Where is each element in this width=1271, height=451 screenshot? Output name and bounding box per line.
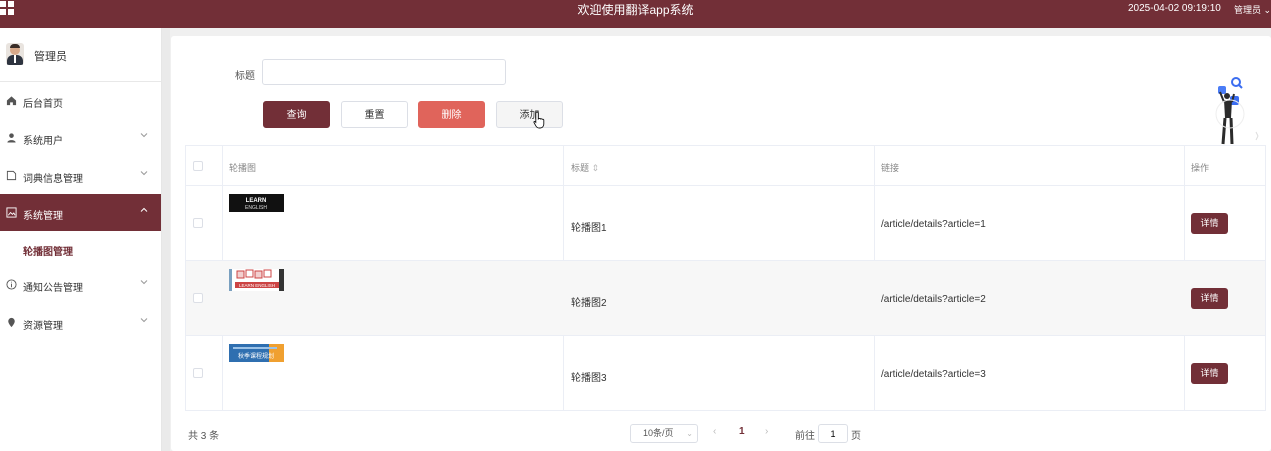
svg-text:LEARN: LEARN bbox=[246, 198, 267, 204]
chevron-down-icon bbox=[140, 171, 148, 176]
reset-button[interactable]: 重置 bbox=[341, 101, 408, 128]
carousel-thumbnail: LEARN ENGLISH bbox=[229, 269, 284, 291]
svg-text:秋季课程规划: 秋季课程规划 bbox=[238, 352, 274, 360]
search-label: 标题 bbox=[235, 71, 255, 82]
goto-label: 前往 bbox=[795, 431, 815, 442]
column-header-action: 操作 bbox=[1191, 163, 1210, 173]
row-checkbox[interactable] bbox=[193, 218, 203, 228]
avatar bbox=[6, 43, 24, 65]
detail-button[interactable]: 详情 bbox=[1191, 363, 1228, 384]
column-header-link: 链接 bbox=[881, 163, 900, 173]
sidebar-item-label: 通知公告管理 bbox=[23, 283, 83, 294]
user-icon bbox=[7, 133, 16, 143]
row-link: /article/details?article=3 bbox=[881, 369, 986, 380]
datetime: 2025-04-02 09:19:10 bbox=[1128, 3, 1221, 14]
column-header-image: 轮播图 bbox=[229, 163, 257, 173]
add-button[interactable]: 添加 bbox=[496, 101, 563, 128]
select-all-checkbox[interactable] bbox=[193, 161, 203, 171]
page-suffix: 页 bbox=[851, 431, 861, 442]
title-search-input[interactable] bbox=[262, 59, 506, 85]
sidebar-item-notices[interactable]: 通知公告管理 bbox=[0, 266, 161, 303]
sidebar-item-label: 系统管理 bbox=[23, 211, 63, 222]
column-header-title-label[interactable]: 标题 bbox=[571, 163, 589, 173]
profile-name: 管理员 bbox=[34, 51, 67, 63]
sidebar-item-system-management[interactable]: 系统管理 bbox=[0, 194, 161, 231]
top-header: 欢迎使用翻译app系统 2025-04-02 09:19:10 管理员 ⌄ bbox=[0, 0, 1271, 28]
document-icon bbox=[6, 170, 17, 181]
chevron-down-icon[interactable]: ⌄ bbox=[1261, 5, 1271, 15]
svg-text:ENGLISH: ENGLISH bbox=[245, 205, 267, 211]
sidebar-subitem-carousel[interactable]: 轮播图管理 bbox=[0, 231, 161, 265]
sort-icon[interactable]: ⇕ bbox=[592, 163, 600, 173]
table-row: LEARN ENGLISH 轮播图2 /article/details?arti… bbox=[186, 261, 1265, 336]
sidebar-item-label: 词典信息管理 bbox=[23, 174, 83, 185]
app-title: 欢迎使用翻译app系统 bbox=[577, 3, 694, 17]
profile: 管理员 bbox=[0, 28, 161, 82]
goto-page-input[interactable] bbox=[818, 424, 848, 443]
location-icon bbox=[8, 317, 15, 328]
prev-page-button[interactable]: ‹ bbox=[713, 426, 716, 437]
picture-icon bbox=[6, 207, 17, 218]
row-title: 轮播图2 bbox=[571, 298, 607, 309]
page-number-current[interactable]: 1 bbox=[739, 426, 745, 437]
table-row: LEARN ENGLISH 轮播图1 /article/details?artic… bbox=[186, 186, 1265, 261]
row-title: 轮播图1 bbox=[571, 223, 607, 234]
total-count: 共 3 条 bbox=[188, 431, 220, 442]
row-checkbox[interactable] bbox=[193, 368, 203, 378]
sidebar: 管理员 后台首页 系统用户 词典信息管理 系统管理 轮播图管理 通知公告管理 资… bbox=[0, 28, 162, 451]
sidebar-item-label: 资源管理 bbox=[23, 321, 63, 332]
next-page-button[interactable]: › bbox=[765, 426, 768, 437]
table-header: 轮播图 标题 ⇕ 链接 操作 bbox=[186, 146, 1265, 186]
delete-button[interactable]: 删除 bbox=[418, 101, 485, 128]
chevron-down-icon[interactable]: ⌄ bbox=[686, 425, 693, 442]
sidebar-scrollbar[interactable] bbox=[162, 28, 170, 451]
row-link: /article/details?article=1 bbox=[881, 219, 986, 230]
chevron-down-icon bbox=[140, 318, 148, 323]
user-menu-label[interactable]: 管理员 bbox=[1234, 5, 1261, 15]
info-icon bbox=[6, 279, 17, 290]
chevron-up-icon bbox=[140, 207, 148, 212]
sidebar-item-resources[interactable]: 资源管理 bbox=[0, 304, 161, 341]
hand-cursor-icon bbox=[533, 111, 545, 129]
carousel-thumbnail: LEARN ENGLISH bbox=[229, 194, 284, 212]
carousel-thumbnail: 秋季课程规划 bbox=[229, 344, 284, 362]
chevron-down-icon bbox=[140, 133, 148, 138]
detail-button[interactable]: 详情 bbox=[1191, 213, 1228, 234]
page-size-select[interactable]: 10条/页 ⌄ bbox=[630, 424, 698, 443]
sidebar-item-home[interactable]: 后台首页 bbox=[0, 82, 161, 119]
column-header-title[interactable]: 标题 ⇕ bbox=[571, 161, 599, 174]
svg-text:LEARN ENGLISH: LEARN ENGLISH bbox=[239, 283, 275, 288]
sidebar-item-label: 系统用户 bbox=[23, 136, 63, 147]
row-checkbox[interactable] bbox=[193, 293, 203, 303]
page-size-value[interactable]: 10条/页 bbox=[643, 428, 674, 438]
detail-button[interactable]: 详情 bbox=[1191, 288, 1228, 309]
sidebar-item-dictionary[interactable]: 词典信息管理 bbox=[0, 157, 161, 194]
home-icon bbox=[6, 96, 17, 106]
row-title: 轮播图3 bbox=[571, 373, 607, 384]
person-illustration-icon bbox=[1215, 77, 1259, 145]
carousel-table: 轮播图 标题 ⇕ 链接 操作 LEARN ENGLISH 轮播图1 /articl… bbox=[185, 145, 1266, 411]
user-menu[interactable]: 管理员 ⌄ bbox=[1234, 3, 1271, 16]
table-row: 秋季课程规划 轮播图3 /article/details?article=3 详… bbox=[186, 336, 1265, 411]
sidebar-item-system-users[interactable]: 系统用户 bbox=[0, 119, 161, 156]
sidebar-subitem-label: 轮播图管理 bbox=[23, 247, 73, 258]
chevron-down-icon bbox=[140, 280, 148, 285]
sidebar-item-label: 后台首页 bbox=[23, 99, 63, 110]
query-button[interactable]: 查询 bbox=[263, 101, 330, 128]
row-link: /article/details?article=2 bbox=[881, 294, 986, 305]
